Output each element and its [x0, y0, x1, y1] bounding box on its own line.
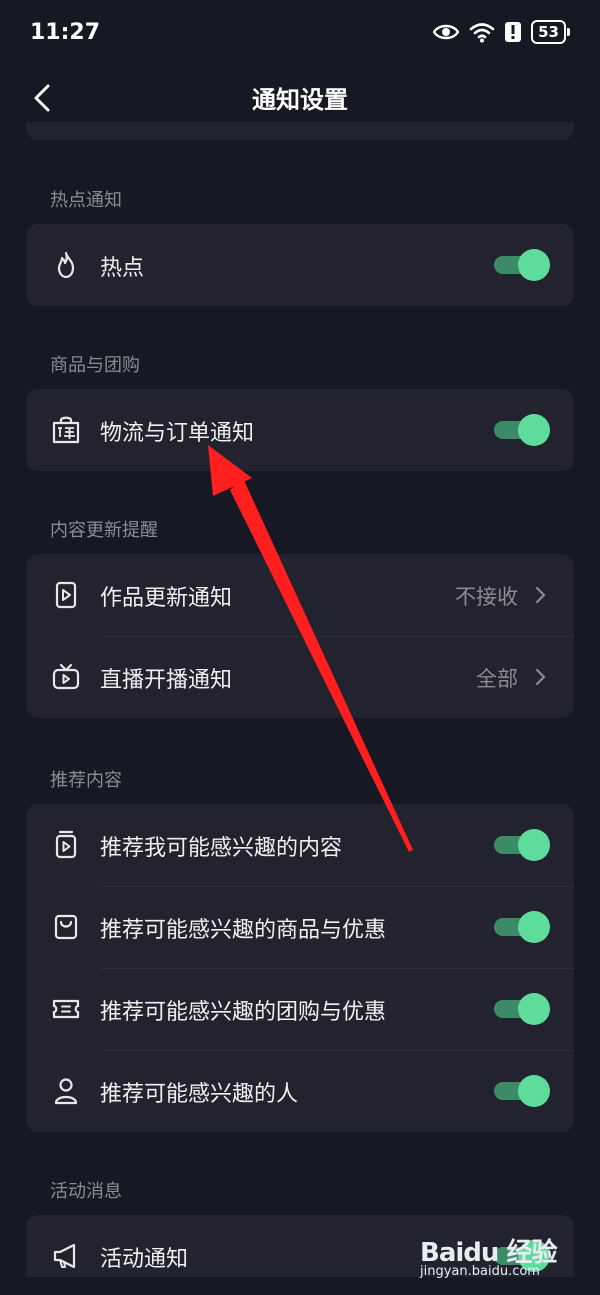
eye-icon: [433, 24, 460, 40]
page-title: 通知设置: [252, 86, 348, 114]
wifi-icon: [469, 23, 495, 43]
settings-card-recommend: 推荐我可能感兴趣的内容 推荐可能感兴趣的商品与优惠 推荐可能感兴趣的团购与优惠 …: [26, 804, 574, 1132]
watermark-url: jingyan.baidu.com: [420, 1264, 540, 1279]
chevron-right-icon: [535, 668, 546, 686]
setting-label: 直播开播通知: [100, 668, 233, 693]
setting-label: 作品更新通知: [100, 586, 233, 611]
battery-tip: [567, 28, 570, 36]
setting-row-rec-group-buy[interactable]: 推荐可能感兴趣的团购与优惠: [26, 968, 574, 1050]
section-title-commerce: 商品与团购: [50, 355, 140, 376]
content-icon: [55, 830, 77, 859]
setting-label: 推荐可能感兴趣的团购与优惠: [100, 1000, 387, 1025]
alert-icon: [505, 22, 522, 42]
ticket-icon: [52, 999, 80, 1019]
setting-label: 推荐可能感兴趣的商品与优惠: [100, 918, 387, 943]
status-icons: 53: [433, 20, 570, 44]
section-title-activity: 活动消息: [50, 1181, 122, 1202]
rec-content-toggle[interactable]: [494, 829, 550, 861]
shopping-bag-icon: [54, 914, 78, 940]
battery-level: 53: [531, 20, 566, 44]
megaphone-icon: [53, 1243, 76, 1269]
setting-value: 不接收: [455, 585, 518, 609]
section-title-hot: 热点通知: [50, 190, 122, 211]
setting-row-rec-goods[interactable]: 推荐可能感兴趣的商品与优惠: [26, 886, 574, 968]
setting-label: 活动通知: [100, 1247, 189, 1272]
logistics-toggle[interactable]: [494, 414, 550, 446]
settings-card-commerce: 物流与订单通知: [26, 389, 574, 471]
status-bar: 11:27 53: [0, 0, 600, 70]
fire-icon: [57, 251, 75, 279]
previous-card-edge: [26, 122, 574, 140]
status-time: 11:27: [30, 20, 101, 45]
hot-toggle[interactable]: [494, 249, 550, 281]
setting-label: 物流与订单通知: [100, 421, 255, 446]
order-bag-icon: [52, 416, 80, 444]
setting-row-rec-people[interactable]: 推荐可能感兴趣的人: [26, 1050, 574, 1132]
tv-live-icon: [52, 663, 80, 690]
setting-label: 热点: [100, 256, 145, 281]
setting-label: 推荐我可能感兴趣的内容: [100, 836, 343, 861]
setting-row-works-update[interactable]: 作品更新通知 不接收: [26, 554, 574, 636]
setting-row-live-start[interactable]: 直播开播通知 全部: [26, 636, 574, 718]
setting-row-logistics[interactable]: 物流与订单通知: [26, 389, 574, 471]
watermark: Baidu 经验 jingyan.baidu.com: [420, 1232, 570, 1284]
rec-group-buy-toggle[interactable]: [494, 993, 550, 1025]
rec-goods-toggle[interactable]: [494, 911, 550, 943]
setting-value: 全部: [476, 667, 518, 691]
setting-row-hot[interactable]: 热点: [26, 224, 574, 306]
battery-indicator: 53: [531, 20, 570, 44]
chevron-right-icon: [535, 586, 546, 604]
settings-card-updates: 作品更新通知 不接收 直播开播通知 全部: [26, 554, 574, 718]
person-icon: [54, 1078, 78, 1105]
video-doc-icon: [55, 581, 77, 609]
nav-header: 通知设置: [0, 70, 600, 124]
setting-label: 推荐可能感兴趣的人: [100, 1082, 299, 1107]
rec-people-toggle[interactable]: [494, 1075, 550, 1107]
section-title-recommend: 推荐内容: [50, 770, 122, 791]
settings-card-hot: 热点: [26, 224, 574, 306]
setting-row-rec-content[interactable]: 推荐我可能感兴趣的内容: [26, 804, 574, 886]
section-title-updates: 内容更新提醒: [50, 520, 158, 541]
